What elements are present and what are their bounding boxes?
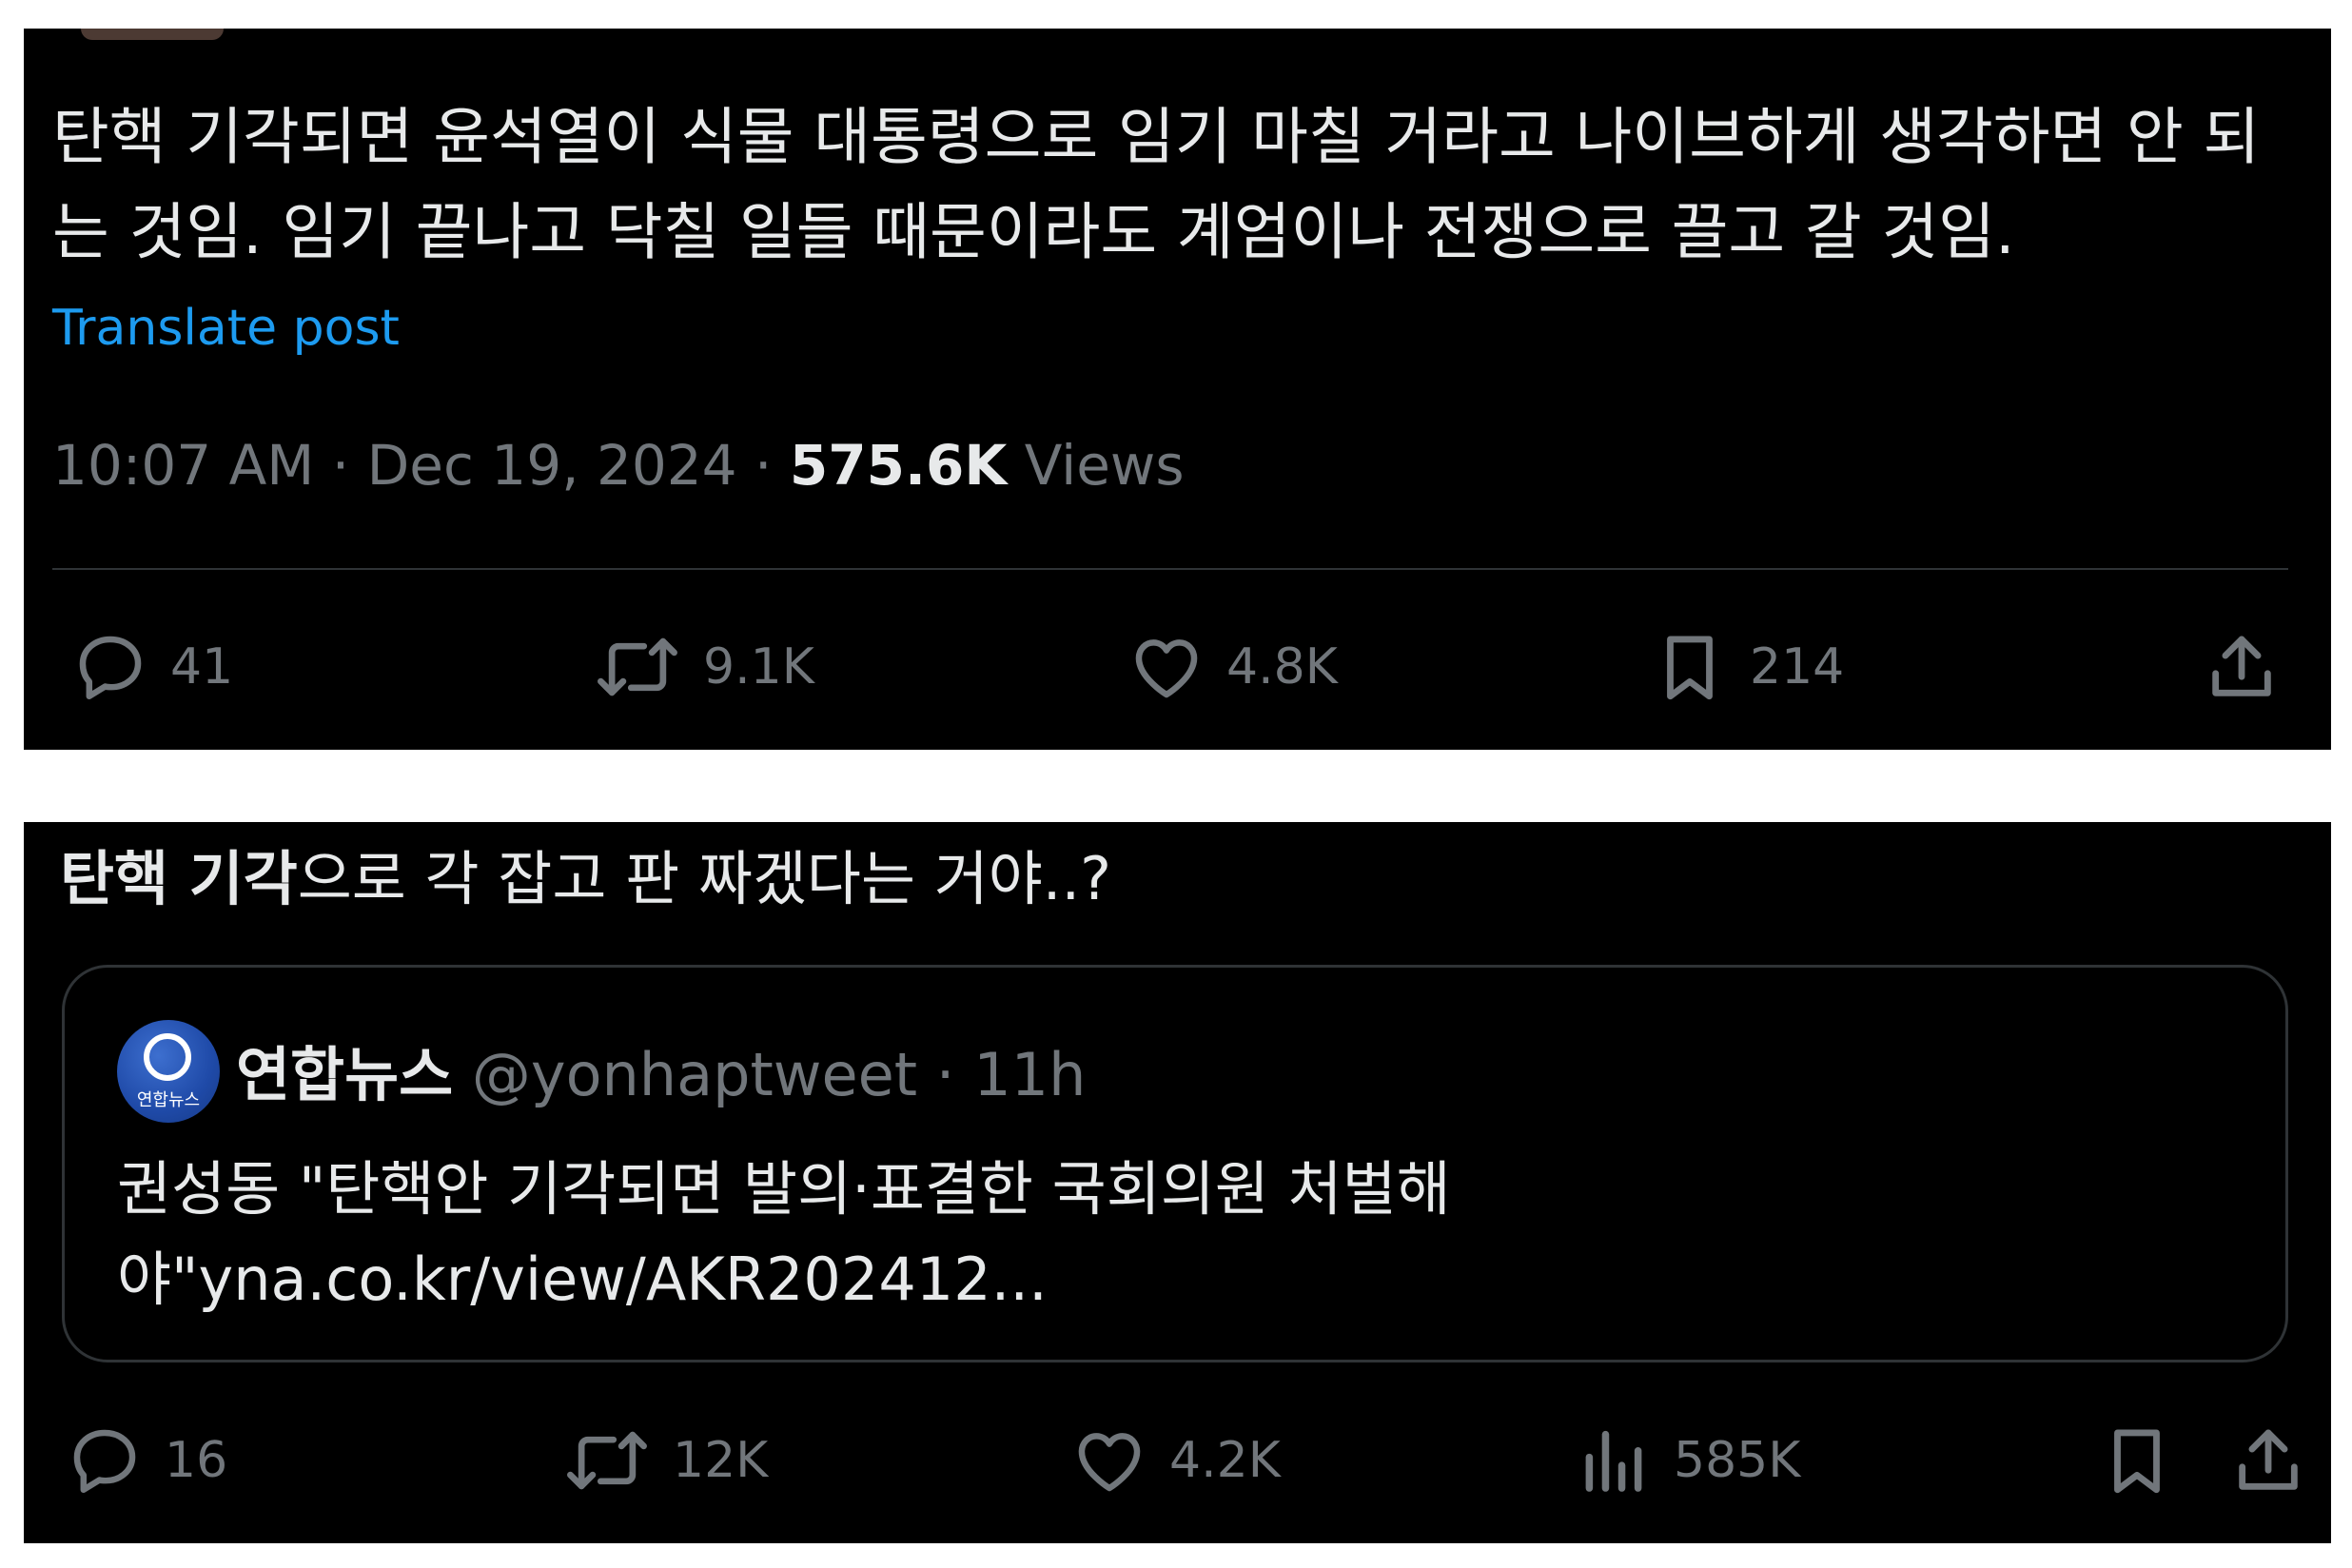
post-meta: 10:07 AM · Dec 19, 2024 · 575.6K Views (52, 433, 1185, 498)
quote-post-panel: 탄핵 기각으로 각 잡고 판 짜겠다는 거야..? 연합뉴스 연합뉴스 @yon… (24, 822, 2331, 1543)
author-avatar[interactable] (81, 29, 224, 40)
reply-count: 41 (170, 638, 234, 696)
post-time[interactable]: 10:07 AM (52, 433, 314, 498)
repost-button[interactable]: 9.1K (593, 628, 814, 706)
reply-icon (73, 1429, 136, 1493)
header-separator: · (935, 1040, 955, 1109)
divider (52, 568, 2288, 570)
avatar-logo-text: 연합뉴스 (136, 1090, 201, 1110)
repost-button[interactable]: 12K (562, 1421, 768, 1499)
share-button[interactable] (2229, 1421, 2307, 1499)
reply-icon (79, 636, 142, 699)
yonhap-logo-icon (144, 1033, 191, 1081)
share-button[interactable] (2203, 628, 2281, 706)
share-icon (2239, 1429, 2298, 1490)
like-count: 4.2K (1169, 1432, 1281, 1489)
reply-text: 탄핵 기각으로 각 잡고 판 짜겠다는 거야..? (60, 832, 1111, 927)
repost-icon (598, 637, 677, 696)
quoted-author-name[interactable]: 연합뉴스 (236, 1040, 453, 1109)
reply-button[interactable]: 41 (71, 628, 233, 706)
views-button[interactable]: 585K (1575, 1421, 1800, 1499)
like-count: 4.8K (1226, 638, 1338, 696)
repost-count: 9.1K (703, 638, 814, 696)
like-icon (1135, 639, 1198, 698)
meta-separator: · (331, 433, 350, 498)
share-icon (2212, 636, 2271, 696)
bookmark-button[interactable]: 214 (1651, 628, 1844, 706)
views-icon (1585, 1430, 1642, 1492)
post-date[interactable]: Dec 19, 2024 (367, 433, 737, 498)
repost-count: 12K (673, 1432, 769, 1489)
quoted-post-text: 권성동 "탄핵안 기각되면 발의·표결한 국회의원 처벌해야"yna.co.kr… (117, 1154, 1451, 1314)
reply-text-rest: 으로 각 잡고 판 짜겠다는 거야..? (297, 844, 1112, 913)
translate-post-link[interactable]: Translate post (52, 300, 400, 357)
reply-text-bold: 탄핵 기각 (60, 844, 298, 913)
like-button[interactable]: 4.8K (1127, 628, 1338, 706)
views-label: Views (1024, 433, 1185, 498)
like-icon (1078, 1433, 1141, 1492)
bookmark-count: 214 (1750, 638, 1845, 696)
quoted-author-handle[interactable]: @yonhaptweet (472, 1040, 917, 1109)
quoted-post-time[interactable]: 11h (973, 1040, 1086, 1109)
quoted-author-avatar[interactable]: 연합뉴스 (117, 1020, 220, 1123)
bookmark-icon (1667, 636, 1713, 700)
quoted-post-card[interactable]: 연합뉴스 연합뉴스 @yonhaptweet · 11h 권성동 "탄핵안 기각… (62, 965, 2288, 1362)
post-text: 탄핵 기각되면 윤석열이 식물 대통령으로 임기 마칠 거라고 나이브하게 생각… (52, 102, 2261, 268)
views-count: 585K (1674, 1432, 1801, 1489)
bookmark-button[interactable] (2098, 1421, 2176, 1499)
views-count: 575.6K (789, 433, 1008, 498)
bookmark-icon (2114, 1429, 2160, 1494)
reply-button[interactable]: 16 (66, 1421, 227, 1499)
quoted-post-header: 연합뉴스 @yonhaptweet · 11h (236, 1027, 1086, 1112)
reply-count: 16 (165, 1432, 228, 1489)
meta-separator: · (755, 433, 773, 498)
like-button[interactable]: 4.2K (1070, 1421, 1281, 1499)
post-detail-panel: 탄핵 기각되면 윤석열이 식물 대통령으로 임기 마칠 거라고 나이브하게 생각… (24, 29, 2331, 750)
repost-icon (567, 1431, 647, 1490)
